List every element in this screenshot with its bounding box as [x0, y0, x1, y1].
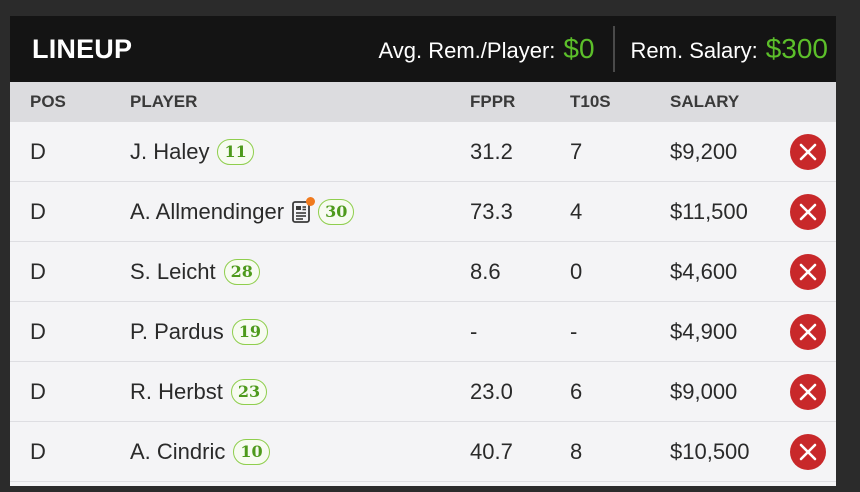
row-player: R. Herbst 23 [130, 378, 268, 405]
close-icon [799, 203, 817, 220]
column-header-fppr: FPPR [470, 92, 516, 111]
header-divider [612, 26, 615, 72]
column-header-salary: SALARY [670, 92, 740, 111]
remove-player-button[interactable] [790, 193, 826, 230]
row-t10s: 6 [570, 378, 583, 404]
news-icon[interactable] [292, 196, 316, 223]
car-number-badge: 28 [223, 258, 260, 285]
row-fppr: - [470, 318, 478, 344]
lineup-rows: D J. Haley 11 31.2 7 $9,200 D A. Allmend… [10, 122, 836, 482]
column-header-t10s: T10S [570, 92, 611, 111]
row-fppr: 31.2 [470, 138, 513, 164]
row-salary: $11,500 [670, 198, 748, 224]
lineup-row: D A. Cindric 10 40.7 8 $10,500 [10, 422, 836, 482]
remove-player-button[interactable] [790, 133, 826, 170]
row-salary: $10,500 [670, 438, 750, 464]
row-fppr: 73.3 [470, 198, 513, 224]
avg-remaining-stat: Avg. Rem./Player: $0 [379, 33, 595, 65]
lineup-row: D R. Herbst 23 23.0 6 $9,000 [10, 362, 836, 422]
player-name[interactable]: S. Leicht [130, 259, 216, 285]
row-t10s: 0 [570, 258, 583, 284]
avg-remaining-label: Avg. Rem./Player: [378, 38, 556, 63]
remaining-salary-value: $300 [765, 33, 828, 64]
news-alert-dot [306, 196, 316, 206]
row-fppr: 8.6 [470, 258, 501, 284]
row-pos: D [30, 258, 46, 284]
row-player: J. Haley 11 [130, 138, 254, 165]
row-salary: $9,000 [670, 378, 738, 404]
column-header-player: PLAYER [130, 92, 198, 111]
remove-player-button[interactable] [790, 313, 826, 350]
car-number-badge: 11 [217, 138, 254, 165]
avg-remaining-value: $0 [563, 33, 595, 64]
row-pos: D [30, 378, 46, 404]
row-pos: D [30, 318, 46, 344]
lineup-title: LINEUP [32, 33, 133, 64]
lineup-row: D J. Haley 11 31.2 7 $9,200 [10, 122, 836, 182]
row-player: S. Leicht 28 [130, 258, 260, 285]
player-name[interactable]: P. Pardus [130, 319, 224, 345]
lineup-row: D S. Leicht 28 8.6 0 $4,600 [10, 242, 836, 302]
remaining-salary-stat: Rem. Salary: $300 [631, 33, 828, 65]
row-fppr: 40.7 [470, 438, 513, 464]
player-name[interactable]: R. Herbst [130, 379, 223, 405]
row-t10s: 8 [570, 438, 583, 464]
row-t10s: - [570, 318, 578, 344]
column-header-pos: POS [30, 92, 66, 111]
close-icon [799, 383, 817, 400]
player-name[interactable]: A. Cindric [130, 439, 225, 465]
row-t10s: 7 [570, 138, 583, 164]
lineup-row: D P. Pardus 19 - - $4,900 [10, 302, 836, 362]
header-stats: Avg. Rem./Player: $0 Rem. Salary: $300 [379, 26, 828, 72]
column-headers: POS PLAYER FPPR T10S SALARY [10, 82, 836, 122]
row-player: A. Allmendinger 30 [130, 196, 355, 225]
row-pos: D [30, 198, 46, 224]
close-icon [799, 323, 817, 340]
row-salary: $4,900 [670, 318, 738, 344]
car-number-badge: 30 [318, 198, 355, 225]
close-icon [799, 143, 817, 160]
lineup-header: LINEUP Avg. Rem./Player: $0 Rem. Salary:… [10, 16, 836, 82]
close-icon [799, 263, 817, 280]
row-pos: D [30, 138, 46, 164]
lineup-panel: LINEUP Avg. Rem./Player: $0 Rem. Salary:… [10, 16, 836, 486]
row-fppr: 23.0 [470, 378, 513, 404]
car-number-badge: 19 [231, 318, 269, 345]
row-salary: $9,200 [670, 138, 738, 164]
lineup-row: D A. Allmendinger 30 73.3 4 $11,500 [10, 182, 836, 242]
remaining-salary-label: Rem. Salary: [630, 38, 758, 63]
car-number-badge: 23 [230, 378, 268, 405]
row-t10s: 4 [570, 198, 583, 224]
row-pos: D [30, 438, 46, 464]
remove-player-button[interactable] [790, 433, 826, 470]
close-icon [799, 443, 817, 460]
player-name[interactable]: J. Haley [130, 139, 209, 165]
car-number-badge: 10 [233, 438, 270, 465]
row-player: P. Pardus 19 [130, 318, 269, 345]
player-name[interactable]: A. Allmendinger [130, 199, 284, 225]
remove-player-button[interactable] [790, 253, 826, 290]
remove-player-button[interactable] [790, 373, 826, 410]
row-player: A. Cindric 10 [130, 438, 270, 465]
row-salary: $4,600 [670, 258, 738, 284]
